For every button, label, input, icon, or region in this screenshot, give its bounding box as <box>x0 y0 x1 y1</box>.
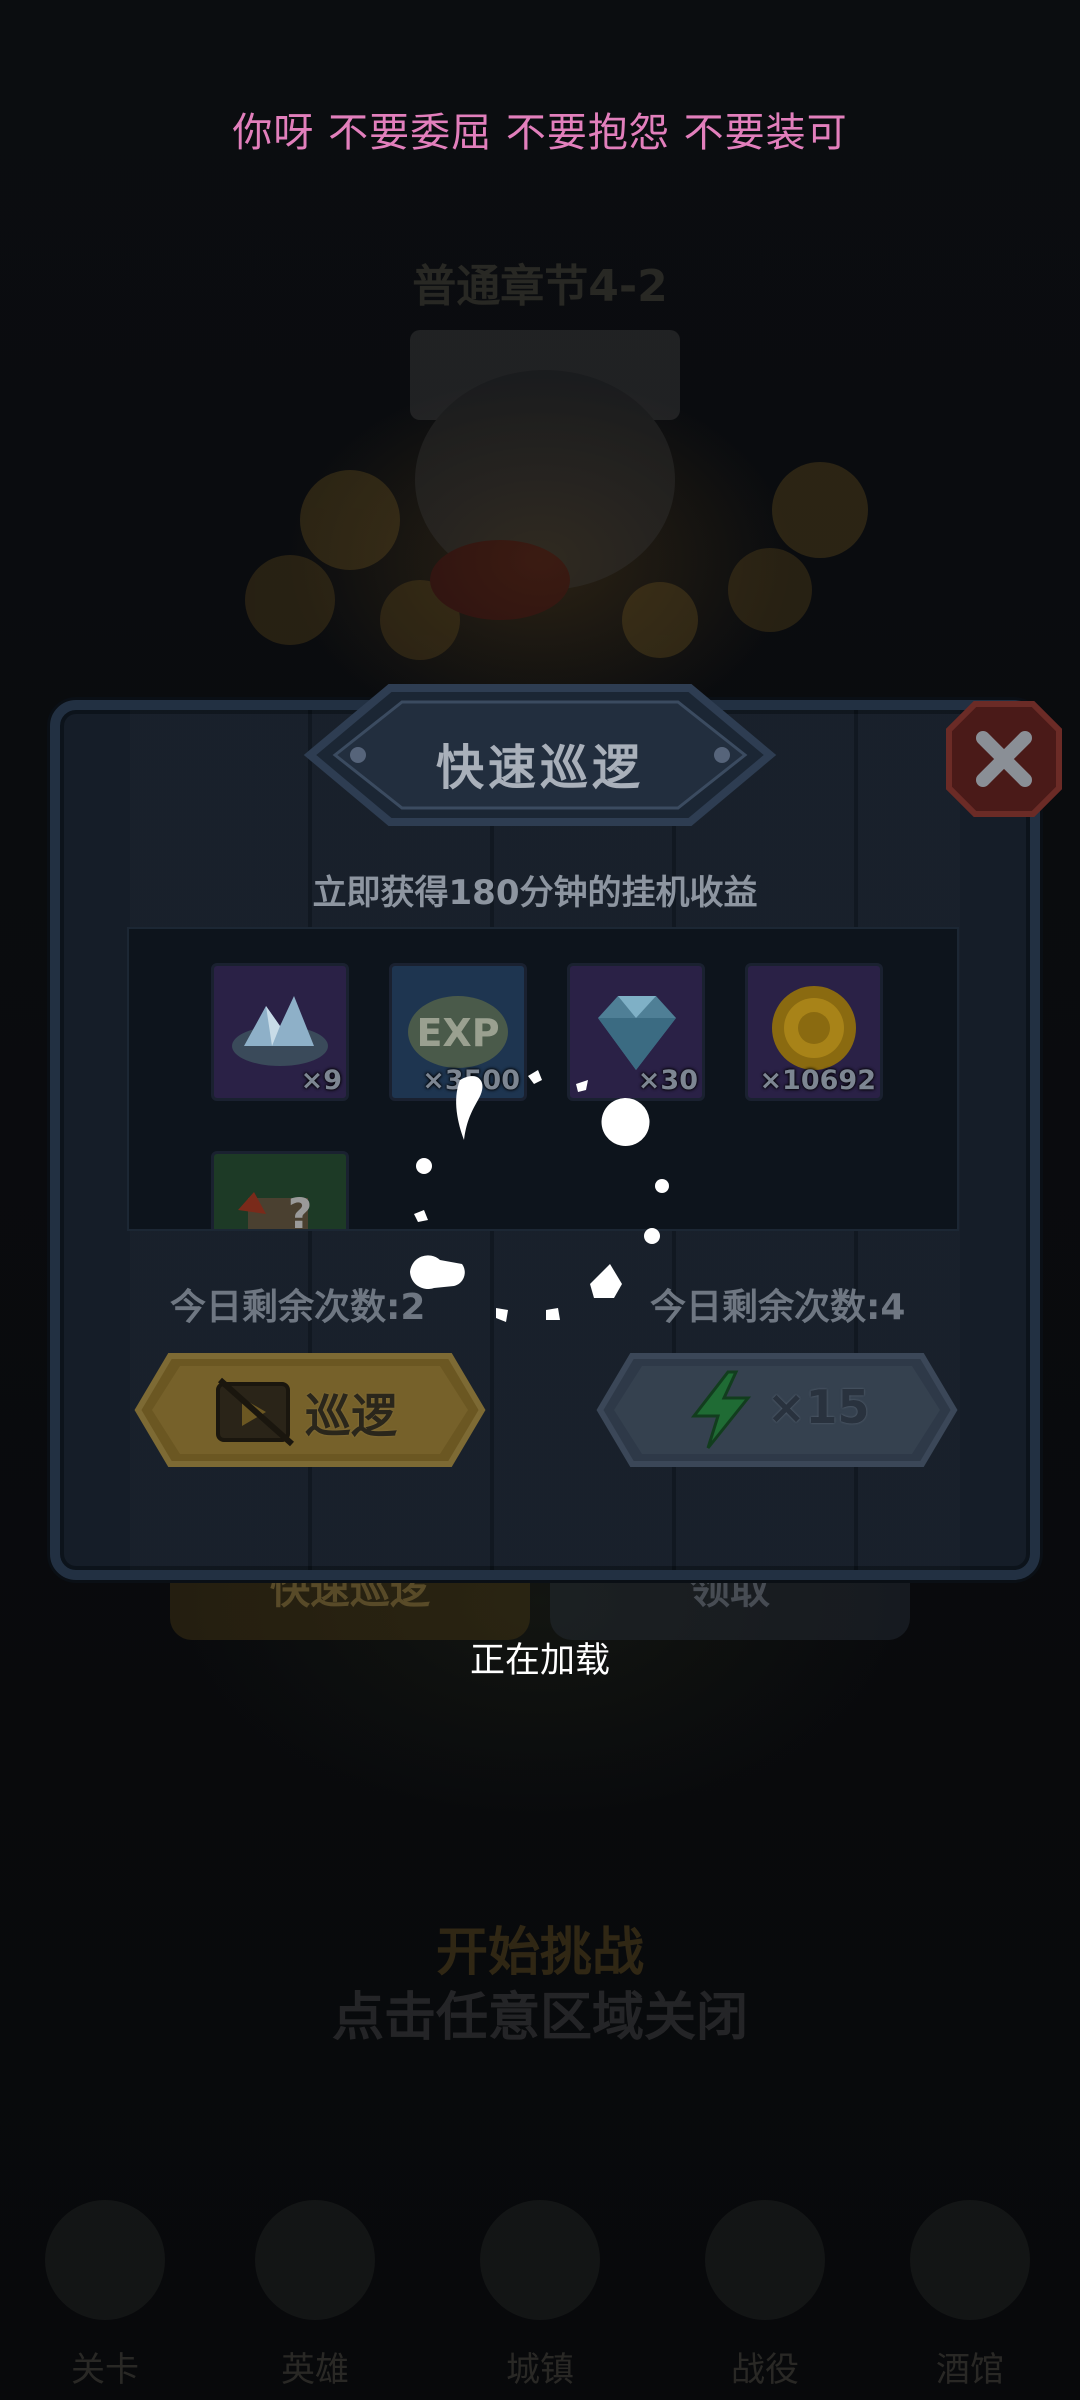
loading-label: 正在加载 <box>469 1641 610 1681</box>
nav-label: 英雄 <box>281 2350 349 2390</box>
energy-cost-label: ×15 <box>767 1380 870 1434</box>
bottom-nav: 关卡 英雄 城镇 战役 酒馆 <box>0 2180 1080 2400</box>
reward-mystery-box[interactable]: ? <box>211 1151 349 1231</box>
hero-icon <box>255 2200 375 2320</box>
dialog-title: 快速巡逻 <box>435 740 644 796</box>
nav-item-campaign[interactable]: 战役 <box>680 2180 850 2400</box>
nav-label: 战役 <box>731 2350 799 2390</box>
nav-item-stage[interactable]: 关卡 <box>20 2180 190 2400</box>
town-icon <box>480 2200 600 2320</box>
reward-ice-crystal[interactable]: ×9 <box>211 963 349 1101</box>
close-icon[interactable] <box>945 700 1063 818</box>
start-challenge-hint: 开始挑战 <box>435 1923 644 1983</box>
lightning-icon <box>690 1370 752 1449</box>
dialog-subtitle: 立即获得180分钟的挂机收益 <box>312 873 758 913</box>
nav-label: 城镇 <box>506 2350 574 2390</box>
patrol-ad-button[interactable]: 巡逻 <box>130 1350 490 1470</box>
reward-count: ×9 <box>300 1065 342 1096</box>
reward-count: ×10692 <box>759 1065 876 1096</box>
nav-label: 酒馆 <box>936 2350 1004 2390</box>
stage-icon <box>45 2200 165 2320</box>
loading-spinner-icon <box>410 1070 669 1322</box>
nav-item-town[interactable]: 城镇 <box>455 2180 625 2400</box>
mystery-box-icon: ? <box>238 1189 312 1231</box>
patrol-energy-button[interactable]: ×15 <box>592 1350 962 1470</box>
patrol-button-label: 巡逻 <box>305 1389 397 1443</box>
nav-label: 关卡 <box>71 2350 139 2390</box>
svg-text:?: ? <box>288 1189 312 1231</box>
nav-item-tavern[interactable]: 酒馆 <box>885 2180 1055 2400</box>
reward-gold[interactable]: ×10692 <box>745 963 883 1101</box>
tap-to-close-hint[interactable]: 点击任意区域关闭 <box>0 1975 1080 2050</box>
tavern-icon <box>910 2200 1030 2320</box>
campaign-icon <box>705 2200 825 2320</box>
nav-item-hero[interactable]: 英雄 <box>230 2180 400 2400</box>
scrolling-lyrics-text: 你呀 不要委屈 不要抱怨 不要装可 <box>232 110 848 156</box>
stage-title: 普通章节4-2 <box>412 261 668 312</box>
video-ad-icon <box>216 1377 294 1447</box>
